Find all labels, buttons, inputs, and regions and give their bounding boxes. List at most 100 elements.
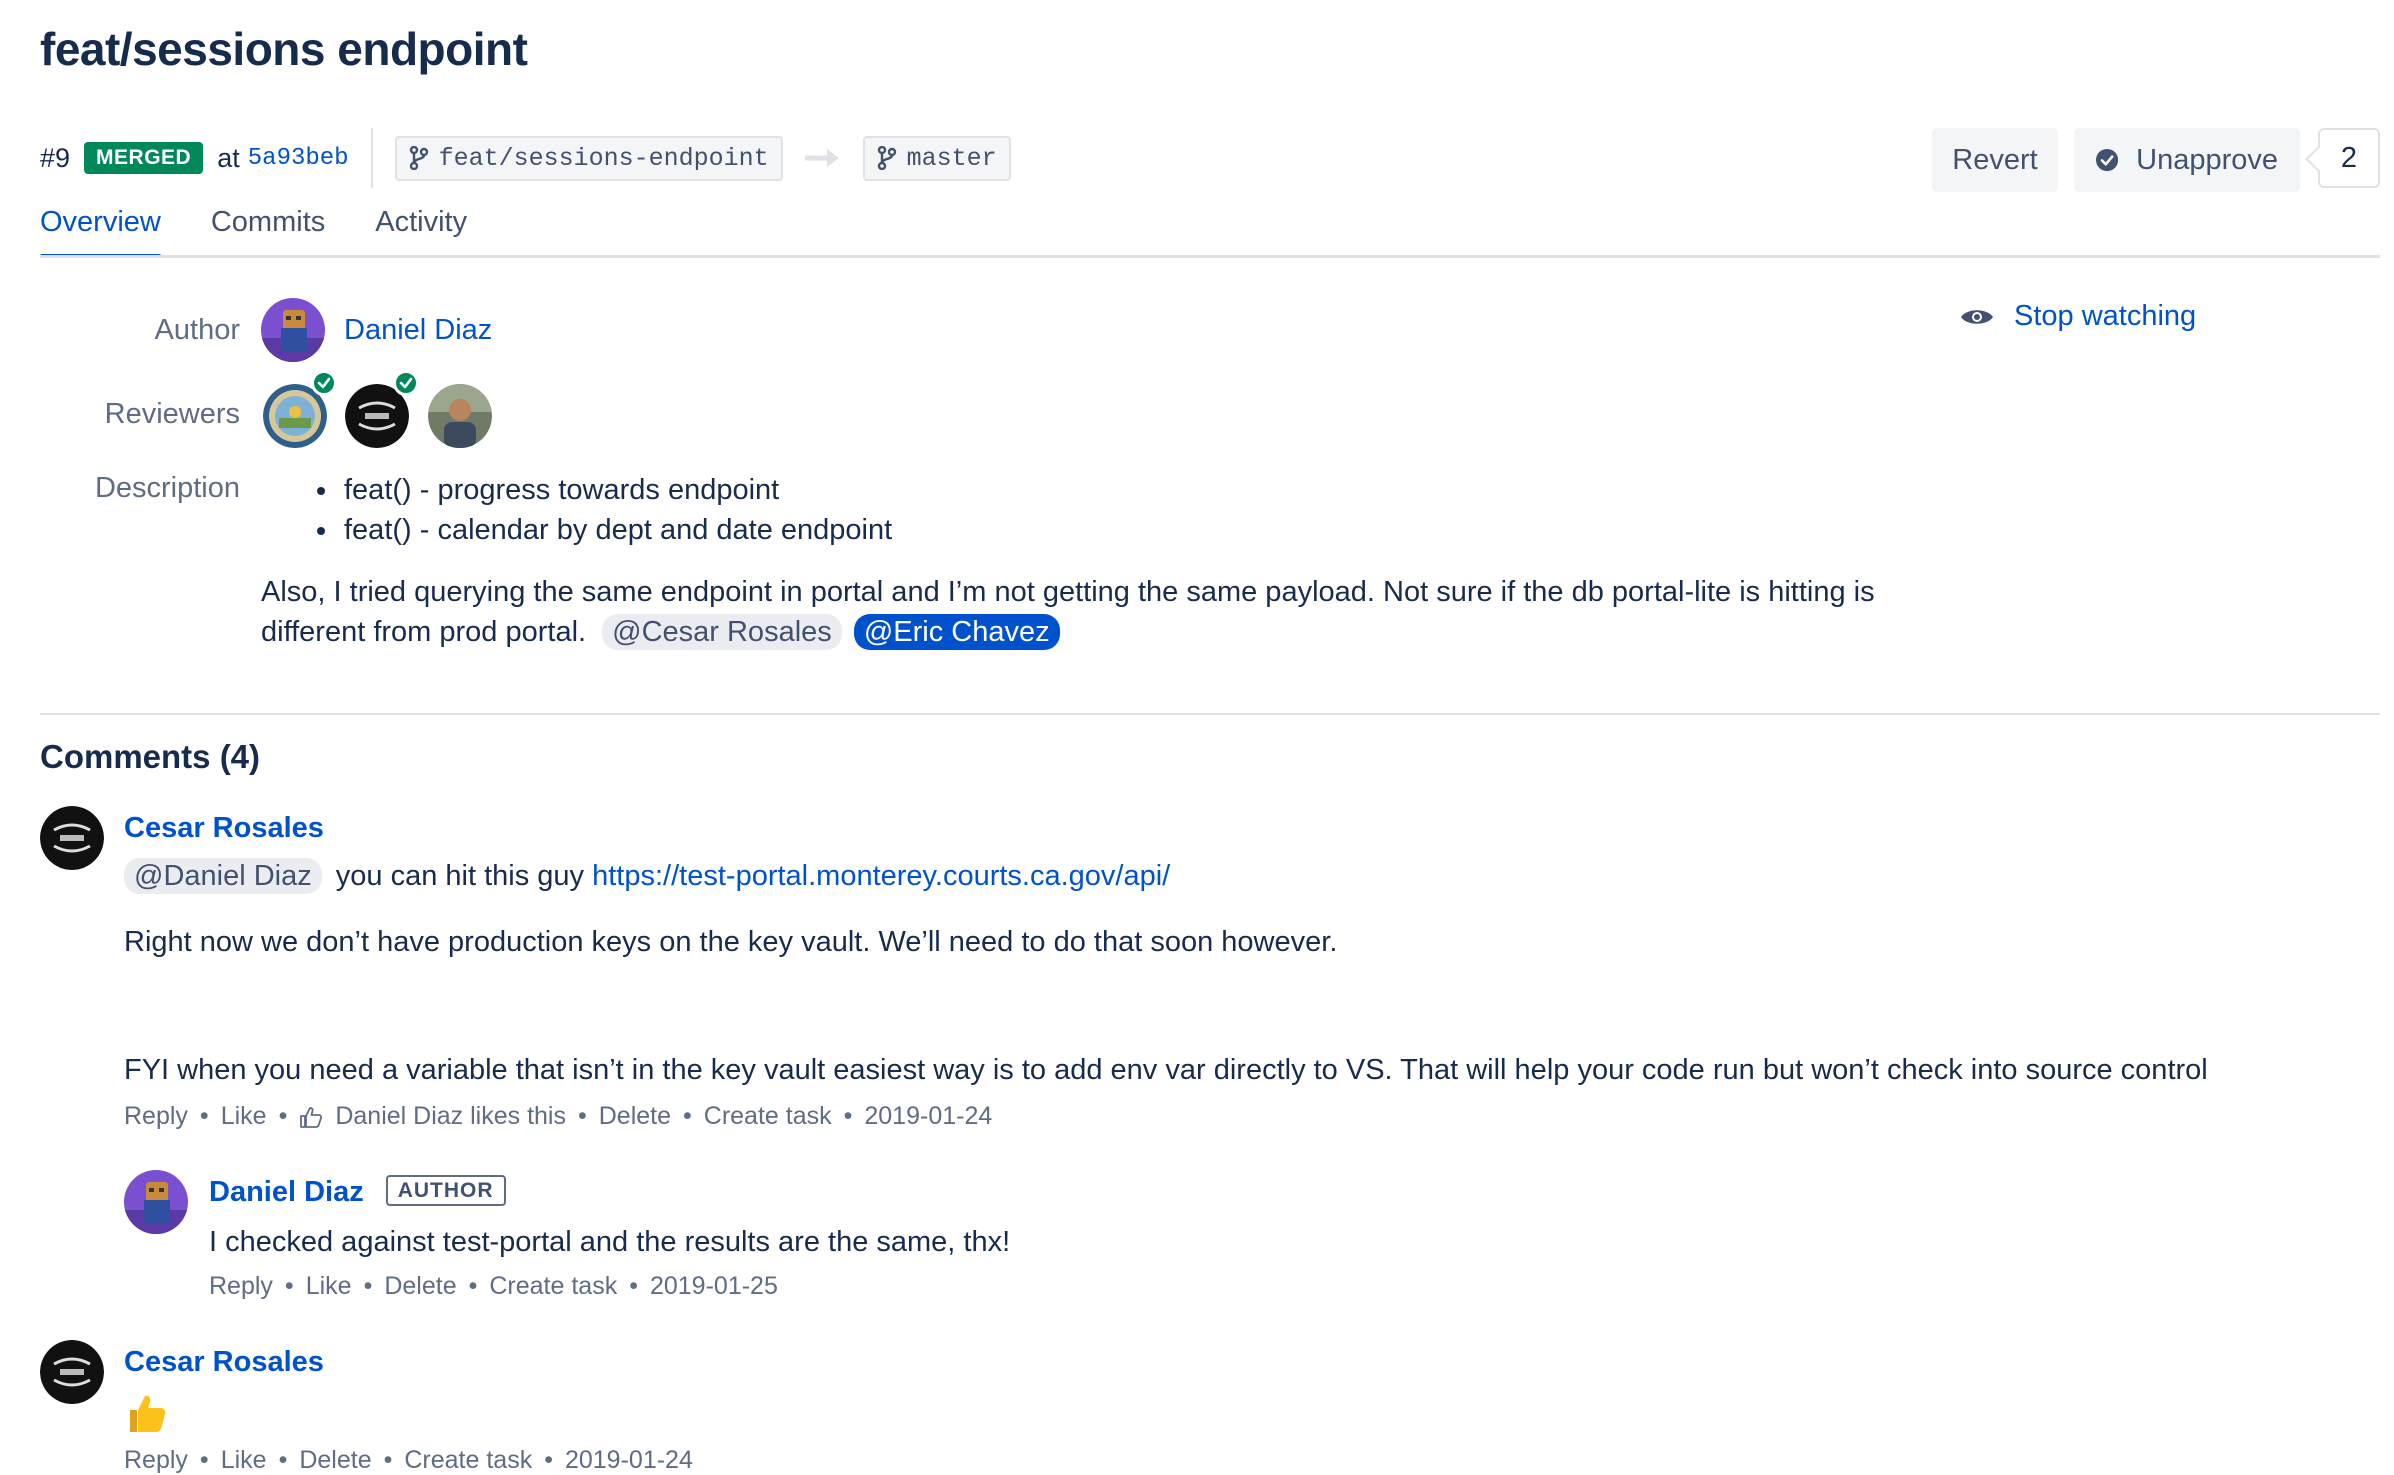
like-link[interactable]: Like xyxy=(221,1102,267,1131)
comment-date[interactable]: 2019-01-25 xyxy=(650,1272,778,1301)
reviewers-label: Reviewers xyxy=(104,398,240,430)
separator-dot: • xyxy=(199,1102,209,1130)
comment-line: @Daniel Diaz you can hit this guy https:… xyxy=(124,858,1170,894)
meta-divider xyxy=(370,128,373,188)
avatar[interactable] xyxy=(40,1340,104,1404)
avatar[interactable] xyxy=(124,1170,188,1234)
branch-icon xyxy=(409,146,428,170)
author-label: Author xyxy=(154,314,240,346)
approval-count: 2 xyxy=(2305,128,2380,188)
create-task-link[interactable]: Create task xyxy=(404,1446,532,1475)
tab-commits[interactable]: Commits xyxy=(211,200,325,258)
author-name-link[interactable]: Daniel Diaz xyxy=(344,314,492,347)
thumbs-up-emoji-icon xyxy=(130,1395,166,1432)
separator-dot: • xyxy=(843,1102,853,1130)
approved-check-icon xyxy=(311,370,337,396)
avatar[interactable] xyxy=(261,298,325,362)
reviewer-avatar-photo xyxy=(428,384,492,448)
description-list: feat() - progress towards endpoint feat(… xyxy=(300,470,892,550)
description-text: Also, I tried querying the same endpoint… xyxy=(261,576,1875,648)
pull-request-page: feat/sessions endpoint #9 MERGED at 5a93… xyxy=(0,0,2394,1474)
unapprove-button[interactable]: Unapprove xyxy=(2074,128,2300,192)
thumbs-up-icon xyxy=(300,1106,323,1128)
check-circle-icon xyxy=(2096,148,2119,172)
source-branch-chip[interactable]: feat/sessions-endpoint xyxy=(394,135,783,181)
tab-overview[interactable]: Overview xyxy=(40,200,161,258)
separator-dot: • xyxy=(629,1272,638,1300)
reply-link[interactable]: Reply xyxy=(124,1446,188,1475)
arrow-right-icon xyxy=(804,149,839,167)
likes-summary[interactable]: Daniel Diaz likes this xyxy=(335,1102,566,1131)
count-notch xyxy=(2305,146,2331,172)
like-link[interactable]: Like xyxy=(221,1446,267,1475)
separator-dot: • xyxy=(199,1446,209,1474)
commenter-avatar-logo xyxy=(40,806,104,870)
source-branch-name: feat/sessions-endpoint xyxy=(438,143,769,173)
separator-dot: • xyxy=(363,1272,373,1300)
comment-text: FYI when you need a variable that isn’t … xyxy=(124,1054,2208,1086)
comment-author-link[interactable]: Cesar Rosales xyxy=(124,1346,324,1379)
comment-date[interactable]: 2019-01-24 xyxy=(864,1102,992,1131)
mention-cesar-rosales[interactable]: @Cesar Rosales xyxy=(602,614,842,650)
separator-dot: • xyxy=(544,1446,553,1474)
separator-dot: • xyxy=(284,1272,294,1300)
tab-activity[interactable]: Activity xyxy=(375,200,467,258)
approval-count-value: 2 xyxy=(2340,141,2358,174)
revert-button[interactable]: Revert xyxy=(1932,128,2058,192)
page-title: feat/sessions endpoint xyxy=(40,23,528,75)
author-badge: AUTHOR xyxy=(385,1175,506,1206)
reply-link[interactable]: Reply xyxy=(124,1102,188,1131)
reply-link[interactable]: Reply xyxy=(209,1272,273,1301)
mention-daniel-diaz[interactable]: @Daniel Diaz xyxy=(124,858,322,894)
comment-author-link[interactable]: Daniel Diaz xyxy=(209,1176,364,1208)
status-badge: MERGED xyxy=(84,142,204,174)
avatar[interactable] xyxy=(428,384,492,448)
delete-link[interactable]: Delete xyxy=(599,1102,671,1131)
like-link[interactable]: Like xyxy=(306,1272,352,1301)
avatar[interactable] xyxy=(40,806,104,870)
eye-icon xyxy=(1961,309,1993,324)
mention-eric-chavez[interactable]: @Eric Chavez xyxy=(853,614,1060,650)
pr-number: #9 xyxy=(40,142,71,173)
list-item: feat() - progress towards endpoint xyxy=(340,470,892,510)
tabs-divider xyxy=(40,255,2380,258)
approved-check-icon xyxy=(393,370,419,396)
target-branch-chip[interactable]: master xyxy=(862,135,1011,181)
separator-dot: • xyxy=(468,1272,478,1300)
comment-date[interactable]: 2019-01-24 xyxy=(565,1446,693,1475)
comment-author-link[interactable]: Cesar Rosales xyxy=(124,812,324,845)
comment-author-row: Daniel Diaz AUTHOR xyxy=(209,1175,506,1209)
branch-icon xyxy=(877,146,896,170)
commenter-avatar-image xyxy=(124,1170,188,1234)
separator-dot: • xyxy=(383,1446,393,1474)
target-branch-name: master xyxy=(906,143,997,173)
stop-watching-label: Stop watching xyxy=(2014,300,2197,332)
comment-url-link[interactable]: https://test-portal.monterey.courts.ca.g… xyxy=(592,860,1170,892)
tab-bar: Overview Commits Activity xyxy=(40,200,467,258)
unapprove-label: Unapprove xyxy=(2136,143,2278,176)
separator-dot: • xyxy=(278,1446,288,1474)
section-divider xyxy=(40,713,2380,715)
create-task-link[interactable]: Create task xyxy=(489,1272,617,1301)
at-label: at xyxy=(217,142,240,173)
commit-hash-link[interactable]: 5a93beb xyxy=(248,145,349,172)
comment-actions: Reply • Like • Daniel Diaz likes this • … xyxy=(124,1102,992,1131)
pr-meta-row: #9 MERGED at 5a93beb feat/sessions-endpo… xyxy=(40,128,1011,188)
author-avatar-image xyxy=(261,298,325,362)
commenter-avatar-logo xyxy=(40,1340,104,1404)
delete-link[interactable]: Delete xyxy=(299,1446,371,1475)
create-task-link[interactable]: Create task xyxy=(704,1102,832,1131)
separator-dot: • xyxy=(683,1102,692,1130)
list-item: feat() - calendar by dept and date endpo… xyxy=(340,510,892,550)
description-label: Description xyxy=(94,472,240,504)
comment-text: I checked against test-portal and the re… xyxy=(209,1226,1011,1258)
description-paragraph: Also, I tried querying the same endpoint… xyxy=(261,572,1961,652)
comment-text: Right now we don’t have production keys … xyxy=(124,926,1338,958)
comments-heading: Comments (4) xyxy=(40,738,261,775)
comment-actions: Reply • Like • Delete • Create task • 20… xyxy=(209,1272,778,1301)
stop-watching-link[interactable]: Stop watching xyxy=(1960,300,2196,333)
comment-actions: Reply • Like • Delete • Create task • 20… xyxy=(124,1446,693,1475)
separator-dot: • xyxy=(278,1102,288,1130)
comment-text: you can hit this guy xyxy=(335,860,585,892)
delete-link[interactable]: Delete xyxy=(384,1272,456,1301)
